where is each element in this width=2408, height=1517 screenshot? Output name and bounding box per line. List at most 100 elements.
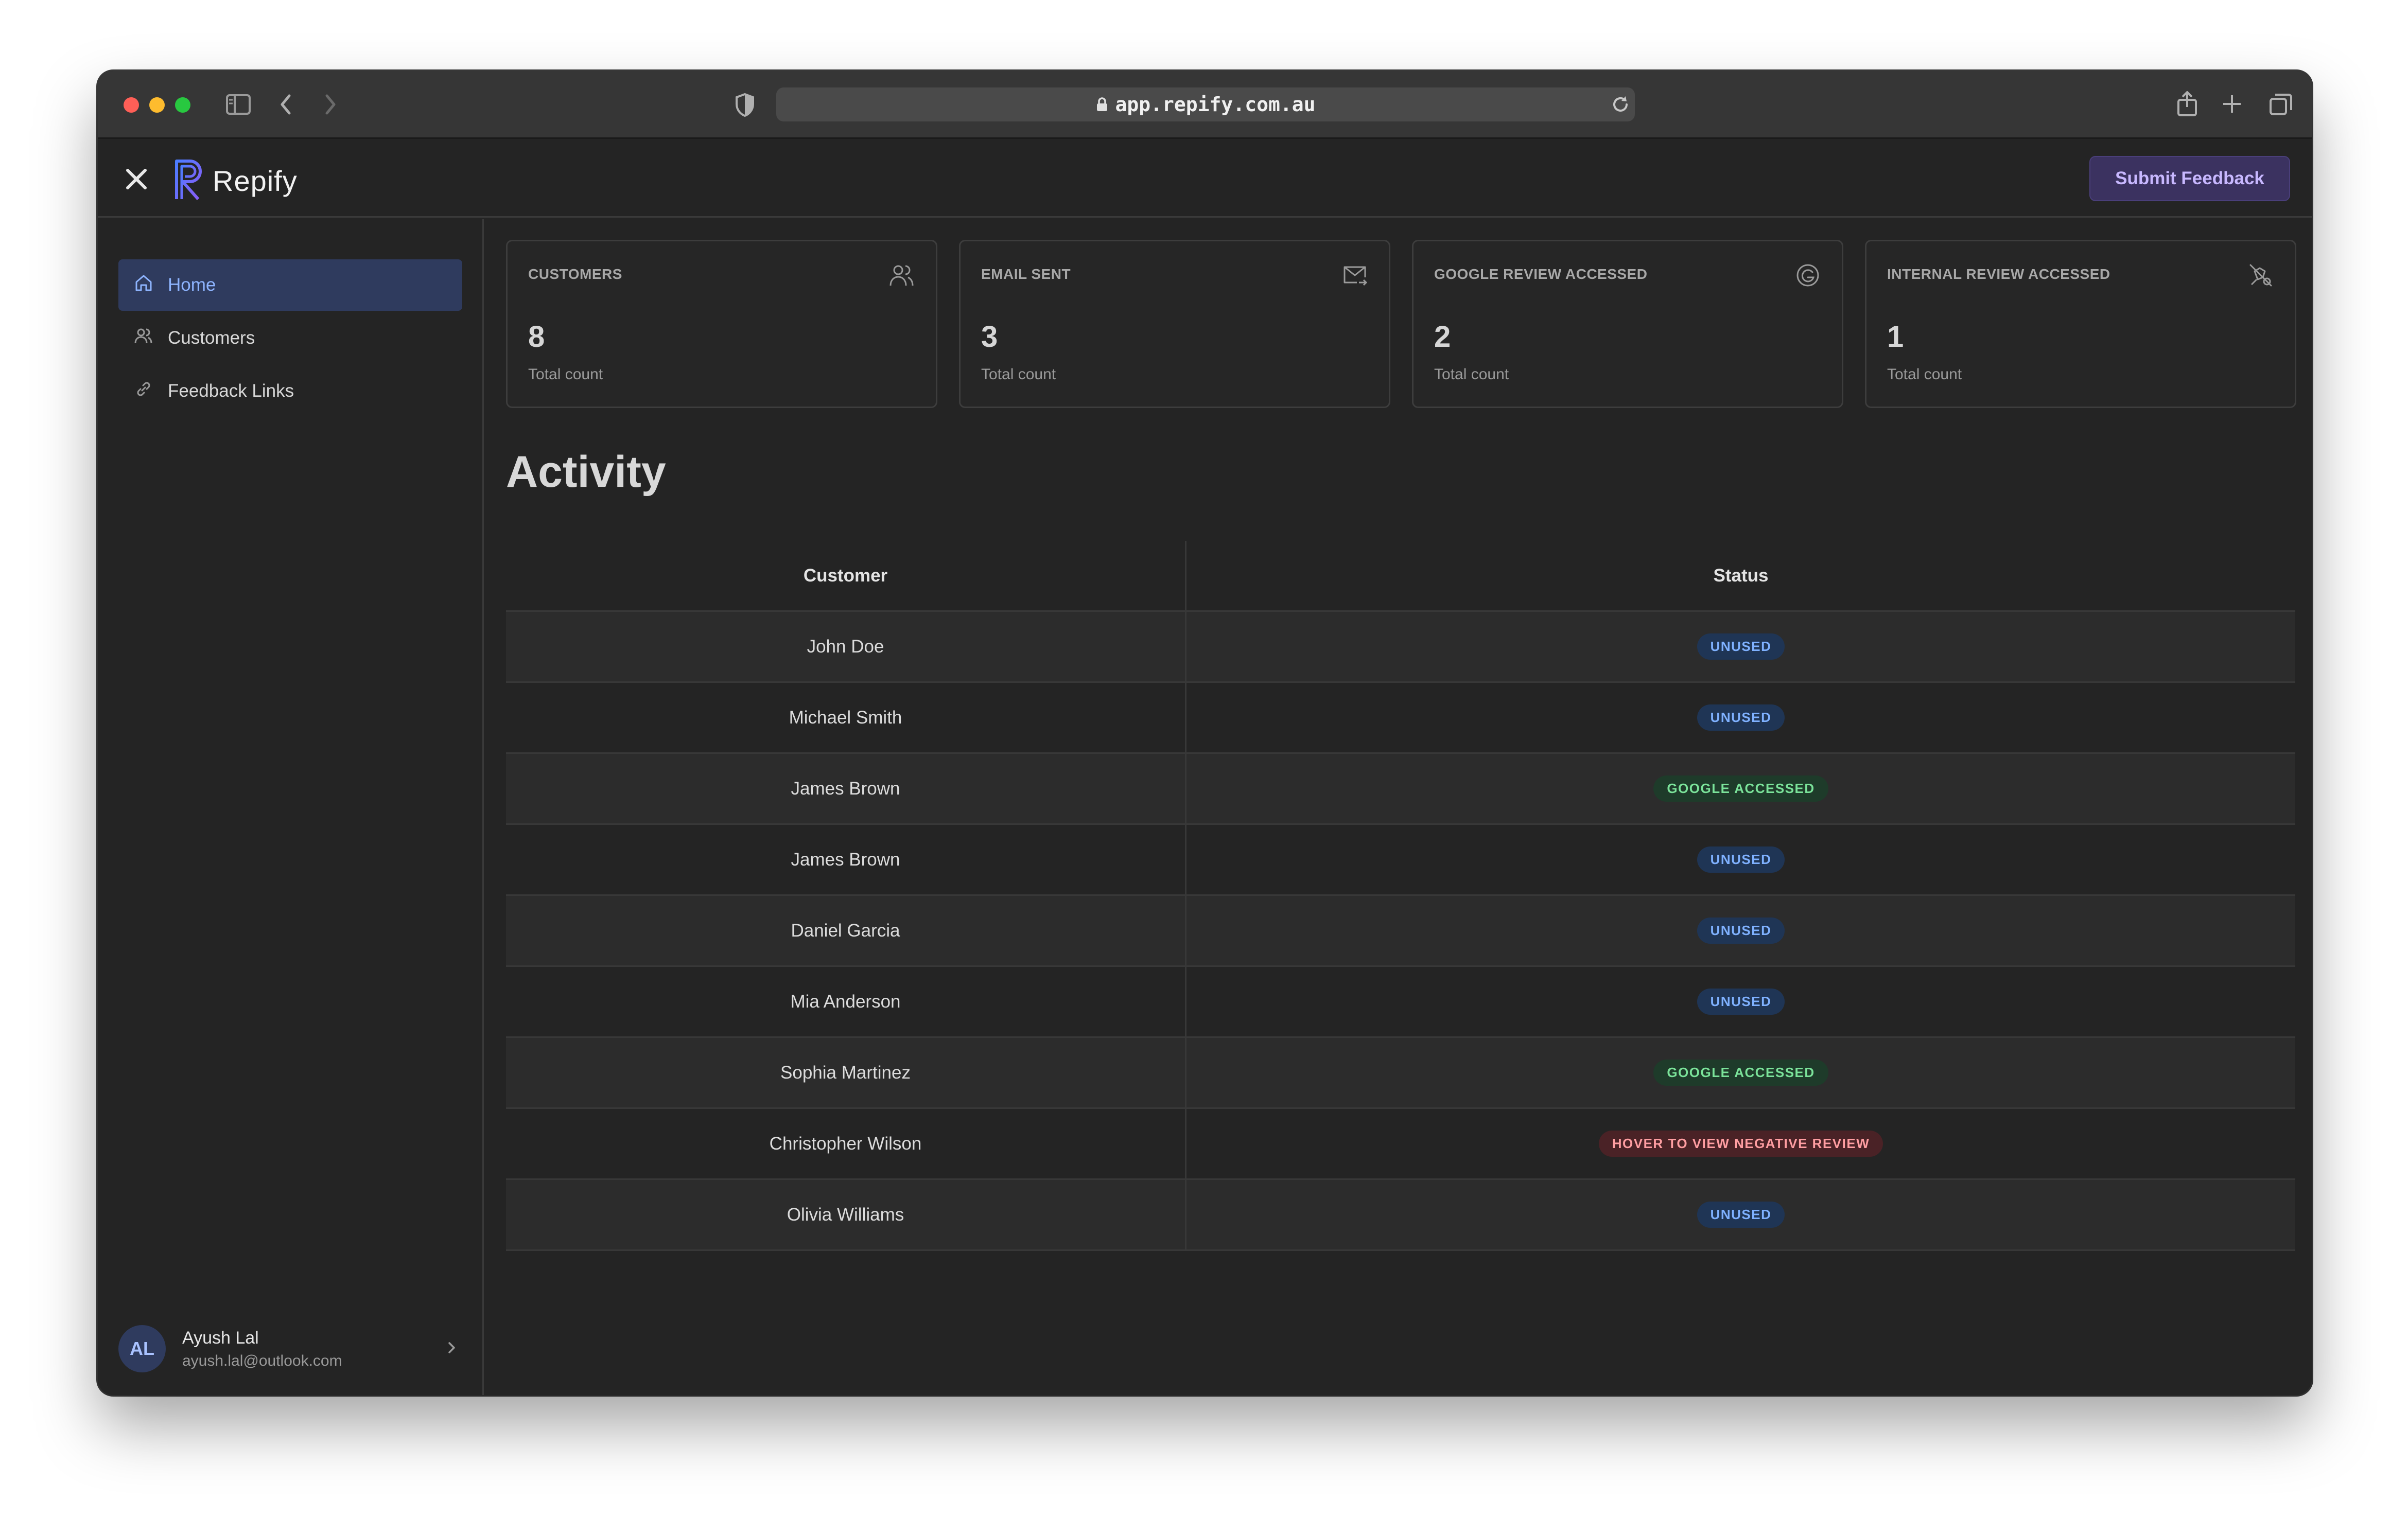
shield-icon[interactable] bbox=[735, 93, 755, 117]
table-row[interactable]: Sophia Martinez GOOGLE ACCESSED bbox=[506, 1038, 2295, 1109]
link-icon bbox=[134, 379, 153, 403]
status-cell: UNUSED bbox=[1186, 967, 2295, 1036]
stat-card-internal-review: INTERNAL REVIEW ACCESSED 1 Total count bbox=[1865, 240, 2296, 408]
table-row[interactable]: James Brown UNUSED bbox=[506, 825, 2295, 896]
column-header-customer[interactable]: Customer bbox=[506, 541, 1186, 610]
status-cell: GOOGLE ACCESSED bbox=[1186, 1038, 2295, 1107]
customer-cell: Michael Smith bbox=[506, 683, 1186, 752]
main-content: CUSTOMERS 8 Total count EMAIL SENT 3 Tot… bbox=[485, 219, 2312, 1395]
new-tab-icon[interactable] bbox=[2222, 94, 2242, 114]
home-icon bbox=[134, 273, 153, 297]
user-name: Ayush Lal bbox=[182, 1328, 259, 1348]
user-menu[interactable]: AL Ayush Lal ayush.lal@outlook.com bbox=[118, 1323, 462, 1374]
sidebar-item-feedback-links[interactable]: Feedback Links bbox=[118, 365, 462, 417]
google-icon bbox=[1794, 262, 1821, 289]
table-row[interactable]: Christopher Wilson HOVER TO VIEW NEGATIV… bbox=[506, 1109, 2295, 1180]
share-icon[interactable] bbox=[2176, 91, 2198, 117]
status-badge: UNUSED bbox=[1697, 989, 1785, 1015]
submit-feedback-button[interactable]: Submit Feedback bbox=[2089, 156, 2290, 201]
table-row[interactable]: Olivia Williams UNUSED bbox=[506, 1180, 2295, 1251]
status-badge: UNUSED bbox=[1697, 704, 1785, 731]
maximize-window-button[interactable] bbox=[175, 97, 190, 113]
minimize-window-button[interactable] bbox=[149, 97, 165, 113]
stat-card-google-review: GOOGLE REVIEW ACCESSED 2 Total count bbox=[1412, 240, 1843, 408]
customer-cell: Daniel Garcia bbox=[506, 896, 1186, 965]
page-title: Activity bbox=[506, 447, 666, 497]
users-icon bbox=[888, 262, 915, 289]
table-row[interactable]: John Doe UNUSED bbox=[506, 612, 2295, 683]
customer-cell: James Brown bbox=[506, 754, 1186, 823]
sidebar-item-label: Customers bbox=[168, 328, 255, 348]
sidebar-toggle-icon[interactable] bbox=[225, 93, 251, 116]
stat-subtitle: Total count bbox=[981, 366, 1056, 383]
browser-window: app.repify.com.au Repify Submit Feedback… bbox=[98, 71, 2312, 1395]
lock-icon bbox=[1096, 97, 1108, 112]
browser-toolbar: app.repify.com.au bbox=[98, 71, 2312, 139]
chevron-right-icon bbox=[447, 1338, 457, 1362]
internal-review-icon bbox=[2247, 262, 2274, 289]
status-badge: GOOGLE ACCESSED bbox=[1653, 775, 1828, 802]
sidebar-item-home[interactable]: Home bbox=[118, 259, 462, 311]
close-icon[interactable] bbox=[124, 166, 149, 192]
stat-title: GOOGLE REVIEW ACCESSED bbox=[1434, 266, 1648, 282]
app-header: Repify Submit Feedback bbox=[98, 140, 2312, 218]
back-icon[interactable] bbox=[278, 93, 293, 116]
negative-review-badge[interactable]: HOVER TO VIEW NEGATIVE REVIEW bbox=[1598, 1131, 1883, 1157]
status-cell: UNUSED bbox=[1186, 825, 2295, 894]
status-cell: UNUSED bbox=[1186, 612, 2295, 681]
users-icon bbox=[134, 326, 153, 350]
column-header-status[interactable]: Status bbox=[1186, 541, 2295, 610]
address-bar[interactable]: app.repify.com.au bbox=[776, 87, 1635, 121]
stat-value: 1 bbox=[1887, 320, 1904, 354]
customer-cell: John Doe bbox=[506, 612, 1186, 681]
status-cell: HOVER TO VIEW NEGATIVE REVIEW bbox=[1186, 1109, 2295, 1178]
stats-cards: CUSTOMERS 8 Total count EMAIL SENT 3 Tot… bbox=[506, 240, 2296, 408]
customer-cell: James Brown bbox=[506, 825, 1186, 894]
status-badge: UNUSED bbox=[1697, 1202, 1785, 1228]
stat-card-email-sent: EMAIL SENT 3 Total count bbox=[959, 240, 1390, 408]
sidebar: Home Customers Feedback Links AL Ayush L… bbox=[98, 219, 484, 1395]
table-row[interactable]: James Brown GOOGLE ACCESSED bbox=[506, 754, 2295, 825]
stat-value: 2 bbox=[1434, 320, 1451, 354]
activity-table: Customer Status John Doe UNUSED Michael … bbox=[506, 541, 2295, 1251]
reload-icon[interactable] bbox=[1610, 94, 1631, 115]
table-header: Customer Status bbox=[506, 541, 2295, 612]
forward-icon[interactable] bbox=[323, 93, 338, 116]
status-cell: UNUSED bbox=[1186, 1180, 2295, 1249]
customer-cell: Christopher Wilson bbox=[506, 1109, 1186, 1178]
app-logo[interactable]: Repify bbox=[172, 158, 298, 204]
close-window-button[interactable] bbox=[124, 97, 139, 113]
window-controls bbox=[124, 97, 190, 113]
stat-value: 3 bbox=[981, 320, 998, 354]
status-badge: UNUSED bbox=[1697, 918, 1785, 944]
stat-title: EMAIL SENT bbox=[981, 266, 1071, 282]
status-badge: UNUSED bbox=[1697, 633, 1785, 660]
url-text: app.repify.com.au bbox=[1115, 93, 1316, 116]
customer-cell: Mia Anderson bbox=[506, 967, 1186, 1036]
stat-subtitle: Total count bbox=[1434, 366, 1509, 383]
status-cell: UNUSED bbox=[1186, 683, 2295, 752]
stat-subtitle: Total count bbox=[528, 366, 603, 383]
customer-cell: Olivia Williams bbox=[506, 1180, 1186, 1249]
mail-icon bbox=[1341, 262, 1368, 289]
table-row[interactable]: Mia Anderson UNUSED bbox=[506, 967, 2295, 1038]
app-name: Repify bbox=[213, 165, 298, 197]
status-cell: GOOGLE ACCESSED bbox=[1186, 754, 2295, 823]
sidebar-item-customers[interactable]: Customers bbox=[118, 312, 462, 364]
repify-logo-icon bbox=[172, 158, 206, 204]
status-cell: UNUSED bbox=[1186, 896, 2295, 965]
stat-value: 8 bbox=[528, 320, 545, 354]
customer-cell: Sophia Martinez bbox=[506, 1038, 1186, 1107]
user-email: ayush.lal@outlook.com bbox=[182, 1352, 342, 1369]
tab-overview-icon[interactable] bbox=[2269, 93, 2293, 116]
avatar: AL bbox=[118, 1325, 166, 1372]
status-badge: GOOGLE ACCESSED bbox=[1653, 1060, 1828, 1086]
sidebar-item-label: Feedback Links bbox=[168, 381, 294, 401]
stat-subtitle: Total count bbox=[1887, 366, 1962, 383]
stat-title: INTERNAL REVIEW ACCESSED bbox=[1887, 266, 2110, 282]
sidebar-item-label: Home bbox=[168, 275, 216, 295]
stat-card-customers: CUSTOMERS 8 Total count bbox=[506, 240, 937, 408]
stat-title: CUSTOMERS bbox=[528, 266, 622, 282]
table-row[interactable]: Michael Smith UNUSED bbox=[506, 683, 2295, 754]
table-row[interactable]: Daniel Garcia UNUSED bbox=[506, 896, 2295, 967]
